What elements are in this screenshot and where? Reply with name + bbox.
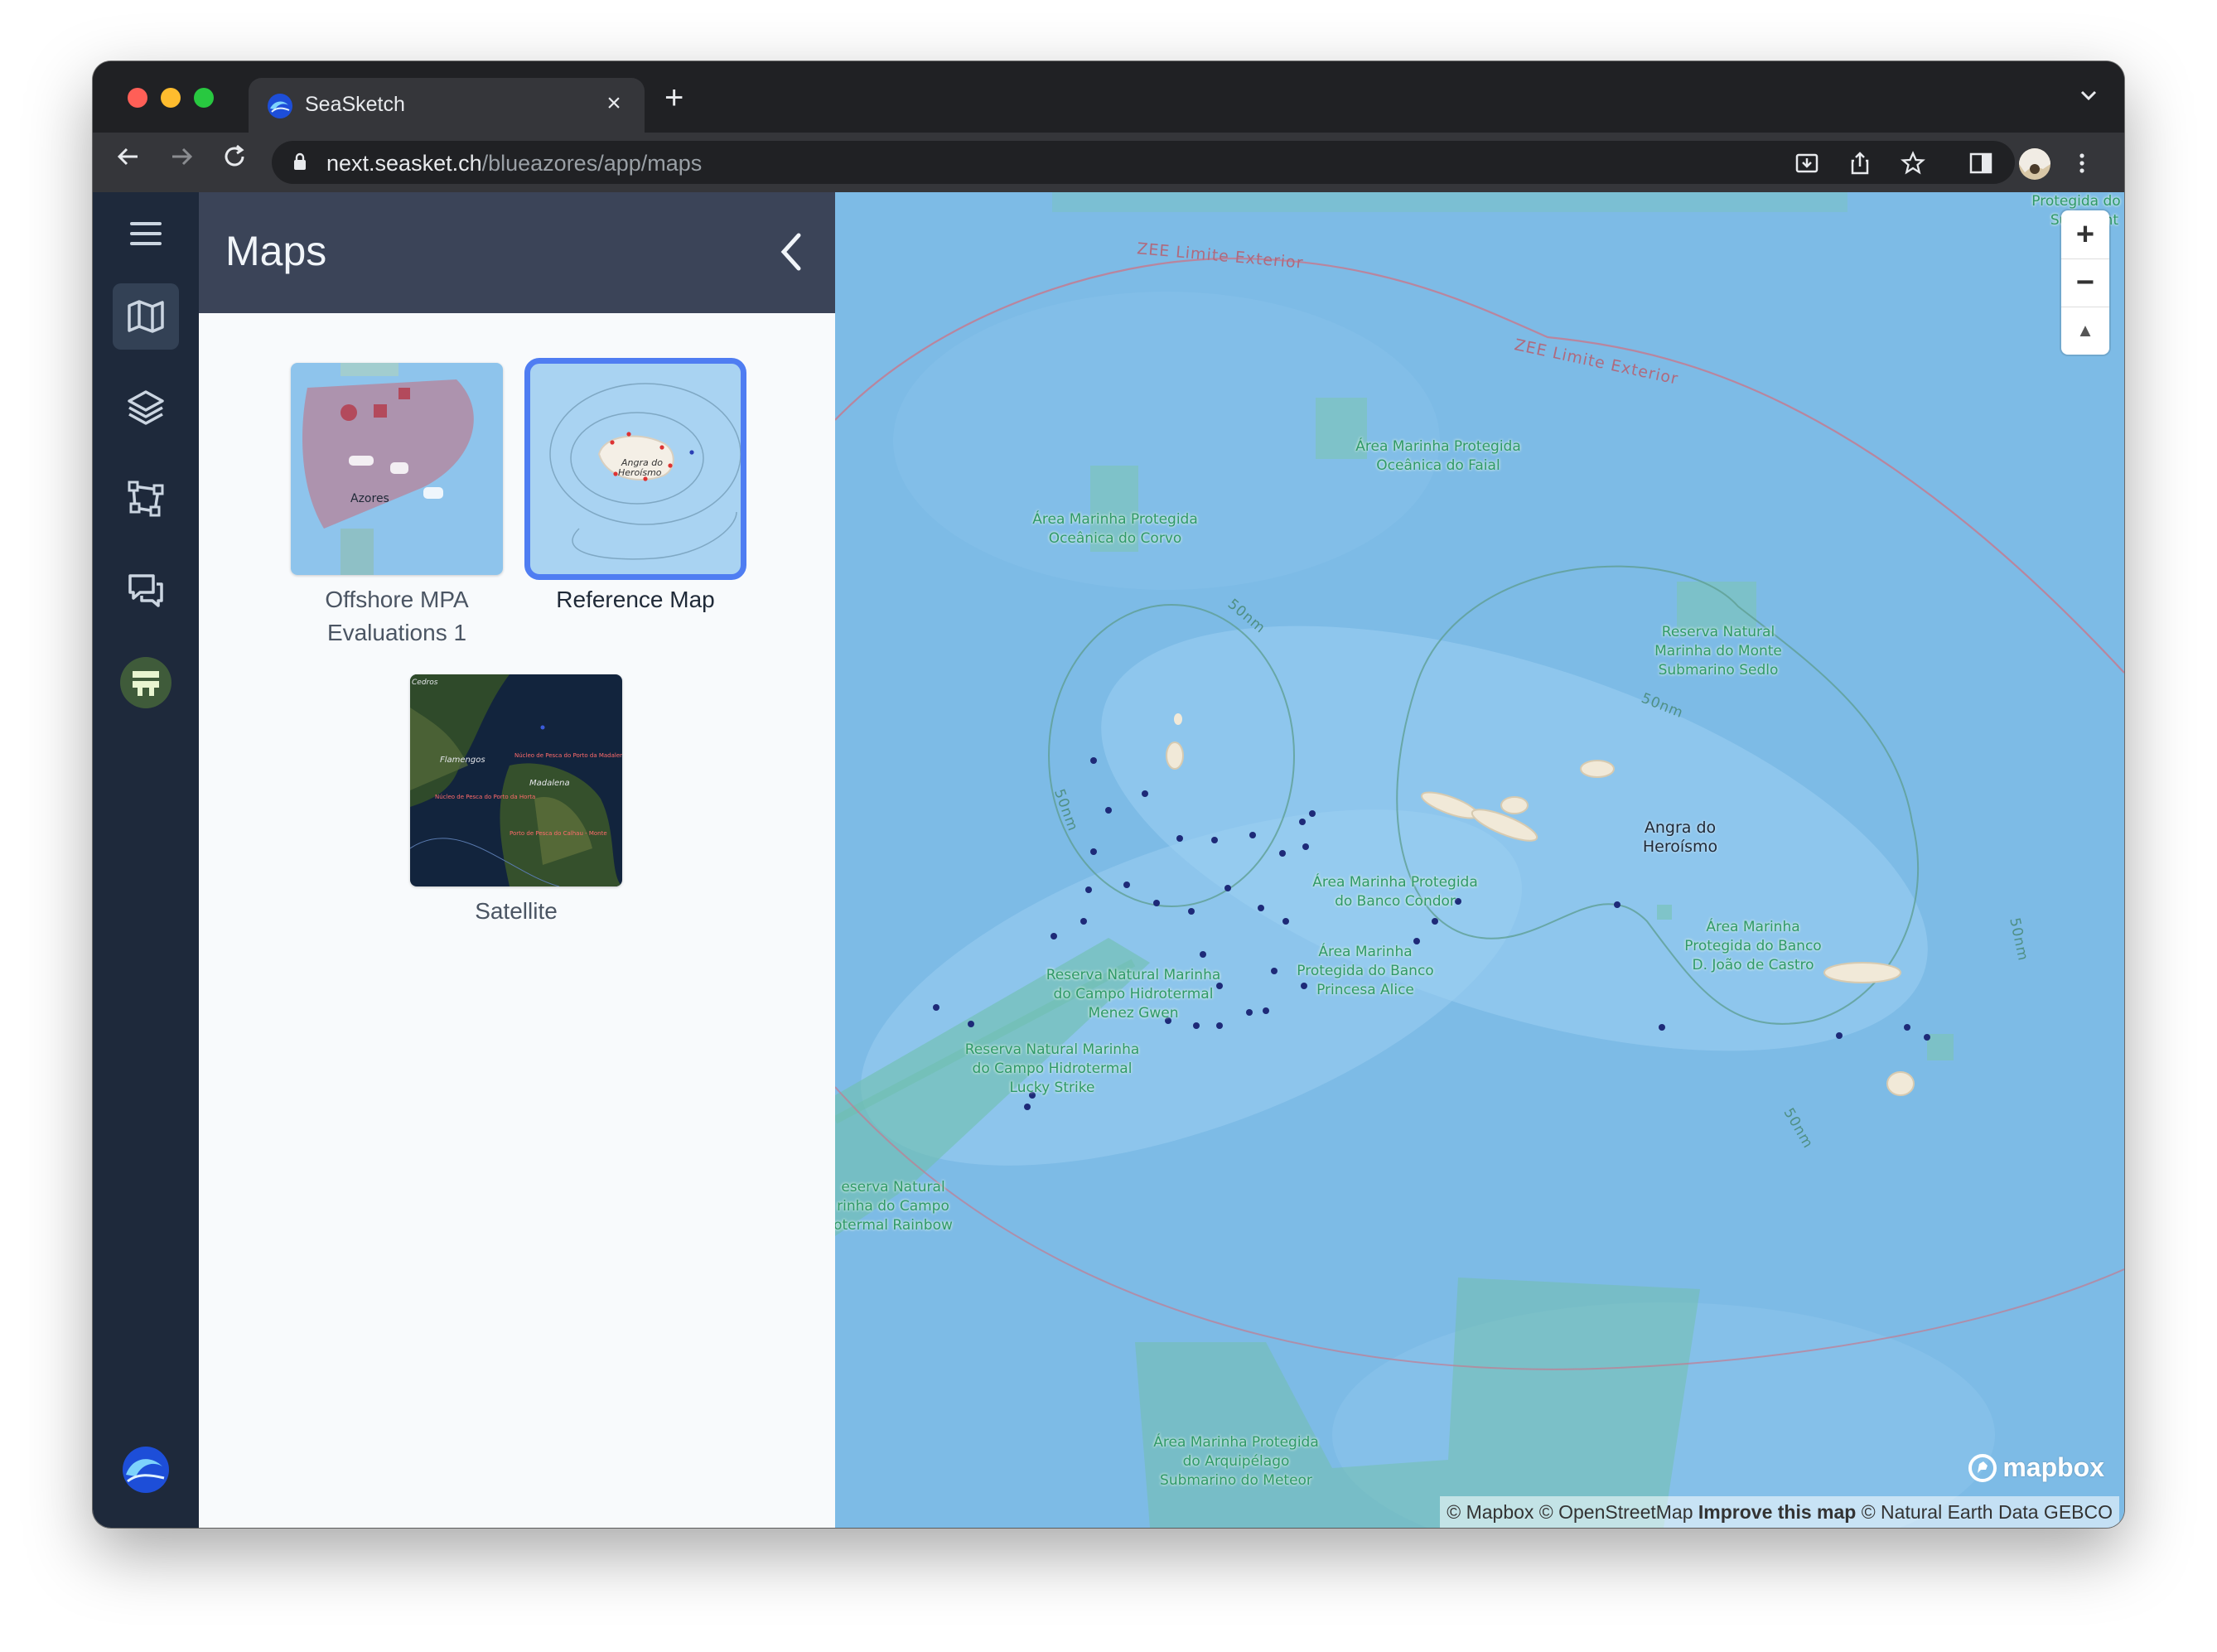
basemap-card-reference[interactable]: Angra do Heroísmo Reference Map xyxy=(515,358,756,616)
basemap-card-offshore-mpa[interactable]: Azores Offshore MPA Evaluations 1 xyxy=(277,363,517,650)
attribution-mapbox-osm[interactable]: © Mapbox © OpenStreetMap xyxy=(1447,1501,1693,1523)
user-avatar-icon xyxy=(120,657,171,708)
card-label-offshore: Offshore MPA Evaluations 1 xyxy=(325,587,469,645)
maximize-window-button[interactable] xyxy=(194,88,214,108)
bookmark-star-icon[interactable] xyxy=(1899,151,1927,179)
reference-map-preview: Angra do Heroísmo xyxy=(529,363,741,575)
map-label-joao-castro[interactable]: Área Marinha Protegida do Banco D. João de… xyxy=(1684,918,1821,975)
tab-strip: SeaSketch × + xyxy=(93,61,2124,133)
tab-title: SeaSketch xyxy=(305,93,405,116)
map-label-sedlo[interactable]: Reserva Natural Marinha do Monte Submarino… xyxy=(1654,623,1782,680)
map-label-angra[interactable]: Angra do Heroísmo xyxy=(1643,819,1717,857)
sidebar-item-forums[interactable] xyxy=(113,557,179,623)
basemap-card-satellite[interactable]: Flamengos Madalena Núcleo de Pesca do Po… xyxy=(396,674,636,928)
sidebar-item-maps[interactable] xyxy=(113,283,179,350)
browser-menu-icon[interactable] xyxy=(2068,151,2096,179)
minimize-window-button[interactable] xyxy=(161,88,181,108)
maps-panel: Azores Offshore MPA Evaluations 1 Angra xyxy=(199,313,835,1528)
map-attribution: © Mapbox © OpenStreetMap Improve this ma… xyxy=(1440,1496,2119,1528)
sketch-shape-icon xyxy=(128,481,164,517)
lock-icon xyxy=(294,152,306,170)
forward-button[interactable] xyxy=(162,142,200,181)
map-label-corvo[interactable]: Área Marinha Protegida Oceânica do Corvo xyxy=(1032,510,1198,548)
seasketch-app: Maps Azores Offshore MPA Evaluations 1 A… xyxy=(93,192,2124,1528)
map-label-condor[interactable]: Área Marinha Protegida do Banco Condor xyxy=(1312,873,1478,911)
azores-label: Azores xyxy=(350,492,389,505)
browser-window: SeaSketch × + next.seasket.ch/blueazores… xyxy=(93,61,2124,1528)
map-label-meteor[interactable]: Área Marinha Protegida do Arquipélago Subm… xyxy=(1153,1433,1319,1490)
sat-label-nucleo-madalena: Núcleo de Pesca do Porto da Madalena xyxy=(514,752,622,759)
sat-label-calhau: Porto de Pesca do Calhau - Monte xyxy=(510,830,607,837)
side-panel-icon[interactable] xyxy=(1967,151,1995,179)
new-tab-button[interactable]: + xyxy=(664,81,683,114)
zoom-in-button[interactable]: + xyxy=(2061,210,2109,258)
sat-label-nucleo-horta: Núcleo de Pesca do Porto da Horta xyxy=(435,794,535,800)
browser-tab[interactable]: SeaSketch × xyxy=(249,78,645,133)
seasketch-logo-icon xyxy=(123,1447,169,1493)
map-basemap xyxy=(835,192,2124,1528)
attribution-natural-earth[interactable]: © Natural Earth Data GEBCO xyxy=(1862,1501,2113,1523)
maps-panel-header: Maps xyxy=(199,192,835,313)
offshore-map-preview: Azores xyxy=(291,363,503,575)
reference-map-thumbnail[interactable]: Angra do Heroísmo xyxy=(524,358,746,580)
hamburger-menu-button[interactable] xyxy=(113,200,179,267)
map-label-faial[interactable]: Área Marinha Protegida Oceânica do Faial xyxy=(1355,437,1521,476)
offshore-mpa-thumbnail[interactable]: Azores xyxy=(291,363,503,575)
share-icon[interactable] xyxy=(1846,151,1874,179)
sat-label-flamengos: Flamengos xyxy=(440,756,485,765)
url-path: /blueazores/app/maps xyxy=(481,151,703,176)
improve-map-link[interactable]: Improve this map xyxy=(1698,1501,1856,1523)
url-host: next.seasket.ch xyxy=(326,151,482,176)
collapse-chevron-left-icon[interactable] xyxy=(774,229,810,275)
map-label-princesa-alice[interactable]: Área Marinha Protegida do Banco Princesa A… xyxy=(1297,943,1433,1000)
compass-icon[interactable]: ▲ xyxy=(2061,307,2109,355)
close-window-button[interactable] xyxy=(128,88,147,108)
back-button[interactable] xyxy=(109,142,147,181)
reload-button[interactable] xyxy=(215,142,254,181)
chat-bubbles-icon xyxy=(128,574,163,607)
mapbox-logo-icon xyxy=(1968,1453,1997,1482)
zoom-out-button[interactable]: − xyxy=(2061,258,2109,307)
menu-icon xyxy=(130,222,162,245)
layers-icon xyxy=(128,390,164,425)
card-label-satellite: Satellite xyxy=(475,898,558,924)
url-text: next.seasket.ch/blueazores/app/maps xyxy=(326,151,702,176)
satellite-thumbnail[interactable]: Flamengos Madalena Núcleo de Pesca do Po… xyxy=(410,674,622,886)
sat-label-madalena: Madalena xyxy=(529,779,570,788)
seasketch-logo-button[interactable] xyxy=(113,1437,179,1503)
sidebar-item-layers[interactable] xyxy=(113,374,179,441)
browser-toolbar: next.seasket.ch/blueazores/app/maps xyxy=(93,133,2124,192)
tab-close-icon[interactable]: × xyxy=(600,89,628,118)
map-label-lucky-strike[interactable]: Reserva Natural Marinha do Campo Hidroter… xyxy=(965,1041,1140,1098)
map-label-menez-gwen[interactable]: Reserva Natural Marinha do Campo Hidroter… xyxy=(1046,966,1221,1023)
angra-label-2: Heroísmo xyxy=(618,467,662,478)
sidebar-rail xyxy=(93,192,199,1528)
tab-search-chevron-icon[interactable] xyxy=(2078,85,2099,112)
map-icon xyxy=(128,300,164,333)
sidebar-item-sketches[interactable] xyxy=(113,466,179,532)
sat-label-cedros: Cedros xyxy=(412,679,438,687)
install-app-icon[interactable] xyxy=(1793,151,1821,179)
sidebar-item-profile[interactable] xyxy=(113,650,179,716)
panel-title: Maps xyxy=(225,228,327,274)
seasketch-favicon-icon xyxy=(268,94,292,118)
map-label-rainbow[interactable]: eserva Natural rinha do Campo otermal Rain… xyxy=(835,1178,953,1235)
profile-avatar[interactable] xyxy=(2018,148,2050,180)
mapbox-logo-text: mapbox xyxy=(2002,1452,2104,1482)
mapbox-logo[interactable]: mapbox xyxy=(1968,1452,2104,1483)
map-canvas[interactable]: ZEE Limite Exterior ZEE Limite Exterior … xyxy=(835,192,2124,1528)
card-label-reference: Reference Map xyxy=(556,587,715,612)
map-navigation-control: + − ▲ xyxy=(2061,210,2109,355)
satellite-map-preview: Flamengos Madalena Núcleo de Pesca do Po… xyxy=(410,674,622,886)
address-bar[interactable]: next.seasket.ch/blueazores/app/maps xyxy=(272,141,2015,184)
